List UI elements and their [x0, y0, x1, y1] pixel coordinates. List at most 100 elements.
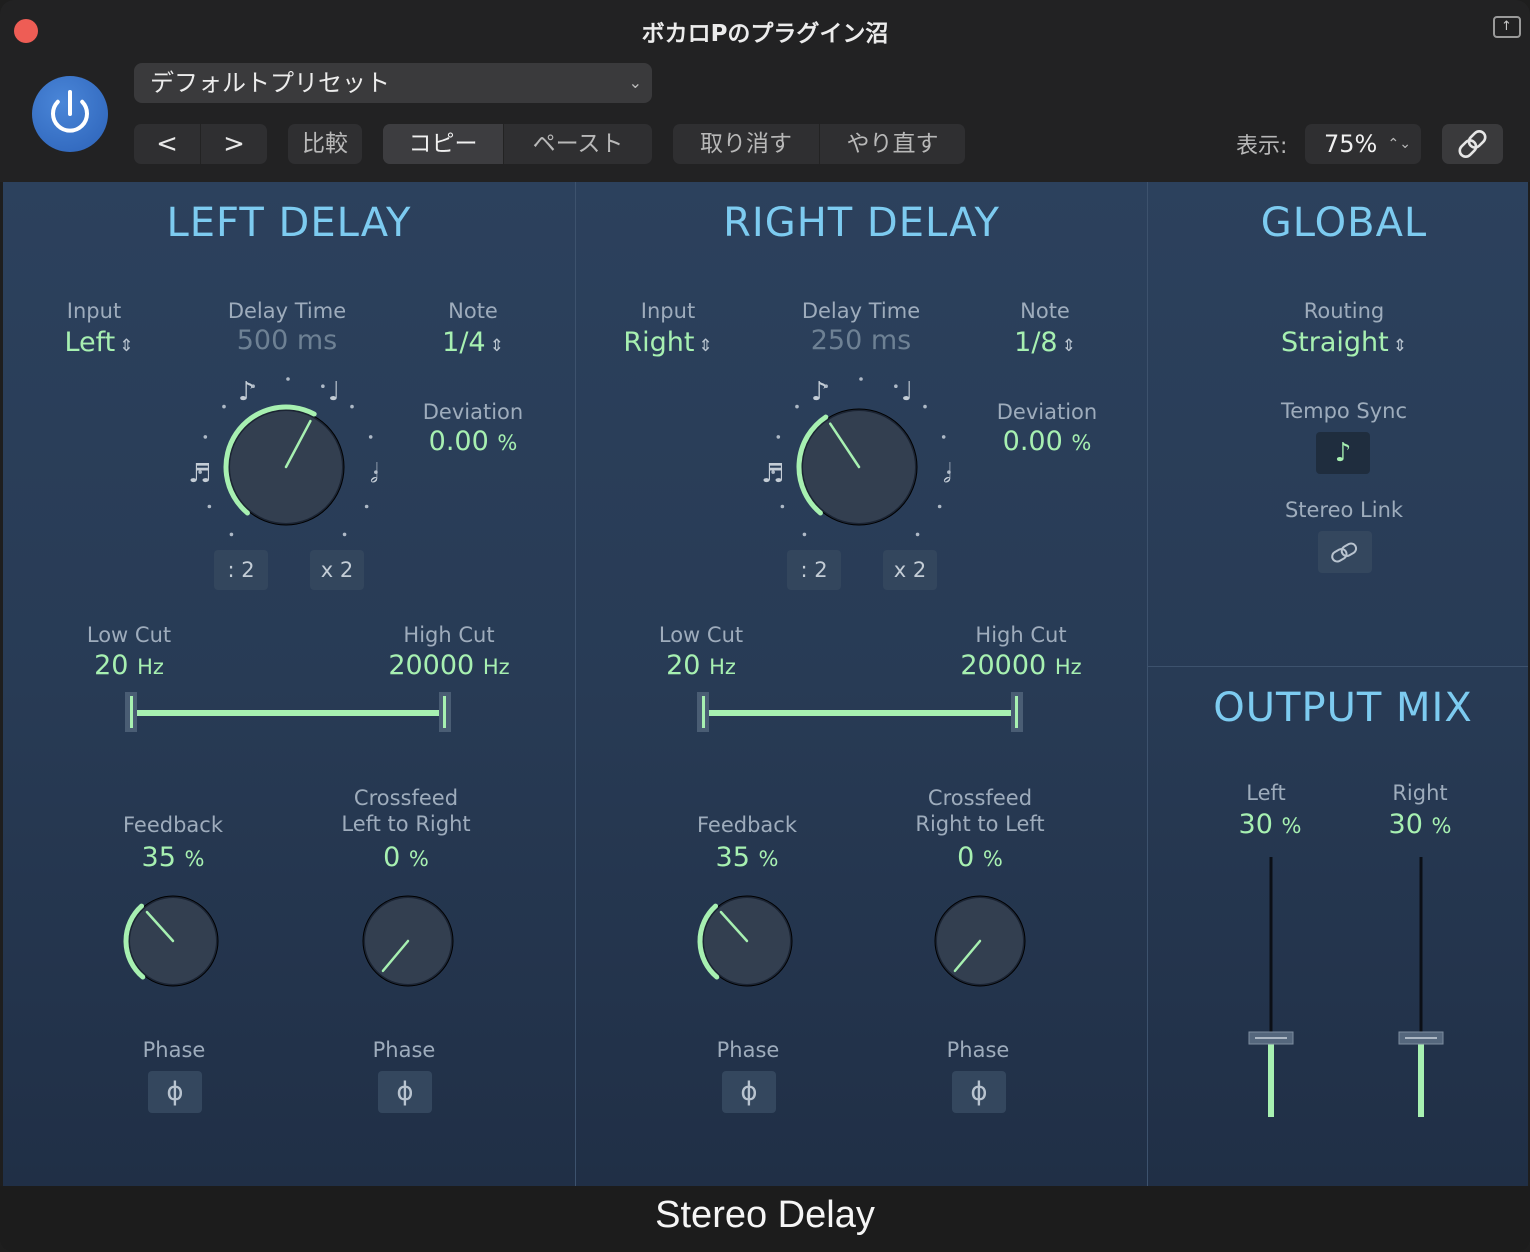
- left-cut-filter-slider[interactable]: [123, 688, 453, 734]
- left-deviation-field[interactable]: 0.00 %: [403, 426, 543, 457]
- undo-redo-group: 取り消す やり直す: [673, 124, 965, 164]
- left-highcut-label: High Cut: [403, 623, 495, 647]
- copy-button[interactable]: コピー: [383, 124, 503, 164]
- right-delay-time-knob[interactable]: [793, 401, 925, 533]
- phase-invert-icon: ɸ: [396, 1077, 414, 1107]
- left-crossfeed-phase-label: Phase: [372, 1038, 436, 1062]
- right-deviation-label: Deviation: [996, 400, 1098, 424]
- left-crossfeed-unit: %: [408, 847, 429, 871]
- dial-tick: [229, 532, 234, 537]
- output-right-value: 30: [1388, 809, 1423, 840]
- left-delay-time-value[interactable]: 500 ms: [197, 325, 377, 356]
- left-input-select[interactable]: Left ⇕: [34, 327, 164, 358]
- dial-tick: [207, 504, 212, 509]
- fader-fill: [1268, 1039, 1274, 1117]
- global-panel: GLOBAL Routing Straight ⇕ Tempo Sync ♪ St…: [1148, 182, 1528, 666]
- dial-tick: [780, 504, 785, 509]
- stereo-link-toggle[interactable]: [1318, 531, 1372, 573]
- left-feedback-unit: %: [184, 847, 205, 871]
- routing-select[interactable]: Straight ⇕: [1234, 327, 1454, 358]
- zoom-value: 75%: [1324, 130, 1378, 158]
- left-lowcut-value: 20: [94, 650, 129, 681]
- left-halve-delay-button[interactable]: : 2: [214, 550, 268, 590]
- stereo-link-label: Stereo Link: [1284, 498, 1404, 522]
- left-highcut-field[interactable]: 20000 Hz: [369, 650, 529, 681]
- right-crossfeed-knob[interactable]: [927, 888, 1033, 994]
- dial-tick: [937, 504, 942, 509]
- tempo-sync-label: Tempo Sync: [1280, 399, 1408, 423]
- right-feedback-value: 35: [715, 842, 750, 873]
- right-note-value: 1/8: [1014, 327, 1058, 358]
- right-lowcut-label: Low Cut: [658, 623, 744, 647]
- power-icon: [51, 90, 89, 133]
- plugin-footer: Stereo Delay: [0, 1186, 1530, 1252]
- left-lowcut-field[interactable]: 20 Hz: [59, 650, 199, 681]
- left-feedback-phase-button[interactable]: ɸ: [148, 1071, 202, 1113]
- output-left-fader[interactable]: [1246, 855, 1296, 1121]
- dial-tick: [342, 532, 347, 537]
- chevron-left-icon: <: [156, 129, 178, 159]
- next-preset-button[interactable]: >: [200, 124, 267, 164]
- right-deviation-field[interactable]: 0.00 %: [977, 426, 1117, 457]
- expand-view-button[interactable]: ↑: [1493, 16, 1521, 38]
- output-right-fader[interactable]: [1396, 855, 1446, 1121]
- right-delay-time-value[interactable]: 250 ms: [771, 325, 951, 356]
- phase-invert-icon: ɸ: [970, 1077, 988, 1107]
- left-crossfeed-field[interactable]: 0 %: [336, 842, 476, 873]
- right-feedback-phase-button[interactable]: ɸ: [722, 1071, 776, 1113]
- link-plugin-button[interactable]: [1442, 124, 1503, 164]
- dial-tick: [364, 504, 369, 509]
- undo-button[interactable]: 取り消す: [673, 124, 819, 164]
- left-crossfeed-knob[interactable]: [355, 888, 461, 994]
- right-feedback-knob[interactable]: [694, 888, 800, 994]
- right-delay-panel: RIGHT DELAY Input Right ⇕ Delay Time 250 …: [576, 182, 1147, 1186]
- left-delay-time-label: Delay Time: [227, 299, 347, 323]
- left-feedback-field[interactable]: 35 %: [103, 842, 243, 873]
- left-double-delay-button[interactable]: x 2: [310, 550, 364, 590]
- left-delay-time-knob[interactable]: [220, 401, 352, 533]
- left-feedback-phase-label: Phase: [142, 1038, 206, 1062]
- left-note-select[interactable]: 1/4 ⇕: [403, 327, 543, 358]
- link-icon: [1331, 542, 1358, 563]
- output-mix-title: OUTPUT MIX: [1213, 685, 1473, 731]
- right-input-select[interactable]: Right ⇕: [598, 327, 738, 358]
- right-crossfeed-field[interactable]: 0 %: [910, 842, 1050, 873]
- right-highcut-field[interactable]: 20000 Hz: [941, 650, 1101, 681]
- right-halve-delay-button[interactable]: : 2: [787, 550, 841, 590]
- tempo-sync-toggle[interactable]: ♪: [1316, 432, 1370, 474]
- right-cut-filter-slider[interactable]: [695, 688, 1025, 734]
- redo-button[interactable]: やり直す: [819, 124, 965, 164]
- previous-preset-button[interactable]: <: [134, 124, 200, 164]
- dial-tick: [286, 377, 290, 381]
- compare-button[interactable]: 比較: [288, 124, 362, 164]
- right-note-select[interactable]: 1/8 ⇕: [975, 327, 1115, 358]
- right-note-label: Note: [1020, 299, 1070, 323]
- right-lowcut-field[interactable]: 20 Hz: [631, 650, 771, 681]
- plugin-window: ボカロPのプラグイン沼 ↑ デフォルトプリセット ⌄ < > 比較 コピー ペー…: [0, 0, 1530, 1252]
- right-crossfeed-unit: %: [982, 847, 1003, 871]
- up-down-chevron-icon: ⇕: [1061, 336, 1076, 356]
- phase-invert-icon: ɸ: [166, 1077, 184, 1107]
- plugin-body: LEFT DELAY Input Left ⇕ Delay Time 500 ms…: [3, 182, 1528, 1186]
- right-feedback-field[interactable]: 35 %: [677, 842, 817, 873]
- routing-value: Straight: [1281, 327, 1389, 358]
- paste-button[interactable]: ペースト: [503, 124, 652, 164]
- preset-name: デフォルトプリセット: [150, 69, 390, 97]
- dial-tick: [321, 384, 325, 388]
- left-crossfeed-label: Crossfeed: [353, 786, 459, 810]
- dial-tick: [915, 532, 920, 537]
- zoom-select[interactable]: 75% ⌃⌄: [1305, 124, 1421, 164]
- right-crossfeed-phase-button[interactable]: ɸ: [952, 1071, 1006, 1113]
- power-button[interactable]: [32, 76, 108, 152]
- right-double-delay-button[interactable]: x 2: [883, 550, 937, 590]
- preset-dropdown[interactable]: デフォルトプリセット ⌄: [134, 63, 652, 103]
- right-lowcut-unit: Hz: [709, 655, 736, 679]
- left-deviation-label: Deviation: [422, 400, 524, 424]
- right-delay-title: RIGHT DELAY: [723, 200, 1000, 246]
- title-bar: ボカロPのプラグイン沼 ↑ デフォルトプリセット ⌄ < > 比較 コピー ペー…: [0, 0, 1530, 182]
- output-right-field[interactable]: 30 %: [1350, 809, 1490, 840]
- left-crossfeed-phase-button[interactable]: ɸ: [378, 1071, 432, 1113]
- left-feedback-knob[interactable]: [120, 888, 226, 994]
- output-left-field[interactable]: 30 %: [1200, 809, 1340, 840]
- highcut-handle-line: [1015, 696, 1018, 728]
